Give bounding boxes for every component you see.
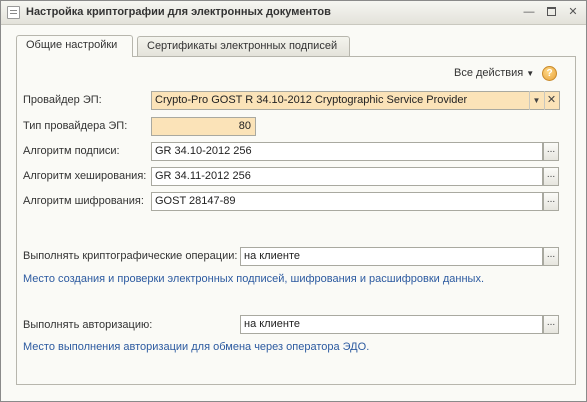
- crypto-ops-label: Выполнять криптографические операции:: [23, 250, 238, 262]
- auth-note: Место выполнения авторизации для обмена …: [23, 341, 370, 353]
- window-title: Настройка криптографии для электронных д…: [26, 6, 331, 18]
- provider-value: Crypto-Pro GOST R 34.10-2012 Cryptograph…: [155, 94, 468, 106]
- crypto-ops-note: Место создания и проверки электронных по…: [23, 273, 485, 285]
- tab-signature-certificates[interactable]: Сертификаты электронных подписей: [137, 36, 350, 57]
- maximize-button[interactable]: [544, 5, 558, 19]
- provider-clear-button[interactable]: ✕: [544, 91, 558, 110]
- hash-algo-select-button[interactable]: ...: [543, 167, 559, 186]
- provider-dropdown-button[interactable]: ▼: [529, 91, 543, 110]
- crypto-ops-field[interactable]: на клиенте: [240, 247, 543, 266]
- provider-type-label: Тип провайдера ЭП:: [23, 120, 128, 132]
- minimize-button[interactable]: —: [522, 5, 536, 19]
- encrypt-algo-label: Алгоритм шифрования:: [23, 195, 144, 207]
- sign-algo-field[interactable]: GR 34.10-2012 256: [151, 142, 543, 161]
- close-button[interactable]: ✕: [566, 5, 580, 19]
- auth-label: Выполнять авторизацию:: [23, 319, 153, 331]
- auth-select-button[interactable]: ...: [543, 315, 559, 334]
- auth-field[interactable]: на клиенте: [240, 315, 543, 334]
- hash-algo-field[interactable]: GR 34.11-2012 256: [151, 167, 543, 186]
- provider-label: Провайдер ЭП:: [23, 94, 102, 106]
- crypto-ops-select-button[interactable]: ...: [543, 247, 559, 266]
- hash-algo-label: Алгоритм хеширования:: [23, 170, 147, 182]
- provider-field[interactable]: Crypto-Pro GOST R 34.10-2012 Cryptograph…: [151, 91, 560, 110]
- all-actions-menu[interactable]: Все действия ▼: [454, 67, 534, 79]
- dialog-window: Настройка криптографии для электронных д…: [0, 0, 587, 402]
- provider-type-field[interactable]: 80: [151, 117, 256, 136]
- encrypt-algo-field[interactable]: GOST 28147-89: [151, 192, 543, 211]
- all-actions-label: Все действия: [454, 67, 524, 79]
- help-button[interactable]: ?: [542, 66, 557, 81]
- maximize-icon: [546, 7, 556, 16]
- sign-algo-label: Алгоритм подписи:: [23, 145, 120, 157]
- chevron-down-icon: ▼: [526, 69, 535, 78]
- title-bar[interactable]: Настройка криптографии для электронных д…: [1, 1, 586, 25]
- tab-general-settings[interactable]: Общие настройки: [16, 35, 133, 57]
- form-icon: [7, 6, 20, 19]
- encrypt-algo-select-button[interactable]: ...: [543, 192, 559, 211]
- sign-algo-select-button[interactable]: ...: [543, 142, 559, 161]
